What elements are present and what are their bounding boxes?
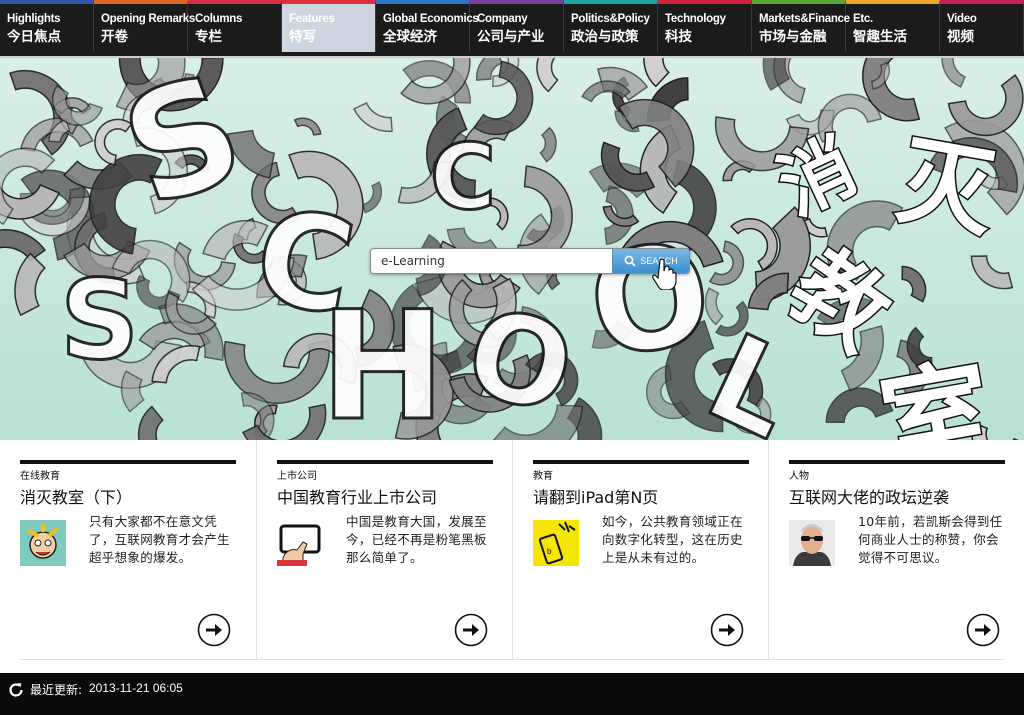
artwork-letter: H bbox=[320, 280, 446, 440]
artwork-letter: C bbox=[430, 125, 496, 230]
svg-text:b: b bbox=[547, 547, 552, 556]
nav-tab-columns[interactable]: Columns 专栏 bbox=[188, 0, 282, 52]
nav-tab-features[interactable]: Features 特写 bbox=[282, 0, 376, 52]
nav-tab-label-zh: 视频 bbox=[947, 29, 974, 45]
article-excerpt: 10年前，若凯斯会得到任何商业人士的称赞，你会觉得不可思议。 bbox=[858, 514, 1003, 565]
hand-tablet-thumbnail[interactable] bbox=[277, 520, 323, 566]
nav-tab-markets-finance[interactable]: Markets&Finance 市场与金融 bbox=[752, 0, 850, 52]
article-excerpt: 如今，公共教育领域正在向数字化转型，这在历史上是从未有过的。 bbox=[602, 514, 743, 565]
article-category: 在线教育 bbox=[20, 471, 60, 482]
nav-tab-label-en: Company bbox=[477, 13, 528, 25]
article-category: 教育 bbox=[533, 471, 553, 482]
hero-banner: SCHOOLSC SEARCH 消灭教室 bbox=[0, 58, 1024, 440]
search-input[interactable] bbox=[371, 249, 607, 273]
arrow-right-icon[interactable] bbox=[454, 613, 488, 647]
nav-tab-opening-remarks[interactable]: Opening Remarks 开卷 bbox=[94, 0, 195, 52]
nav-tab-highlights[interactable]: Highlights 今日焦点 bbox=[0, 0, 94, 52]
refresh-icon[interactable] bbox=[7, 681, 25, 699]
nav-tab-technology[interactable]: Technology 科技 bbox=[658, 0, 752, 52]
last-update-label: 最近更新: bbox=[30, 683, 83, 697]
cartoon-face-thumbnail[interactable] bbox=[20, 520, 66, 566]
nav-tab-label-zh: 开卷 bbox=[101, 29, 128, 45]
footer-bar: 最近更新: 2013-11-21 06:05 bbox=[0, 673, 1024, 715]
hand-cursor-icon bbox=[652, 258, 677, 290]
nav-tab-label-en: Etc. bbox=[853, 13, 873, 25]
nav-tab-label-zh: 智趣生活 bbox=[853, 29, 907, 45]
man-sunglasses-thumbnail[interactable] bbox=[789, 520, 835, 566]
article-category: 人物 bbox=[789, 471, 809, 482]
last-update-time: 2013-11-21 06:05 bbox=[89, 681, 183, 695]
nav-tab-label-zh: 特写 bbox=[289, 29, 316, 45]
nav-tab-label-en: Markets&Finance bbox=[759, 13, 850, 25]
article-category: 上市公司 bbox=[277, 471, 317, 482]
article-card[interactable]: 上市公司中国教育行业上市公司中国是教育大国，发展至今，已经不再是粉笔黑板那么简单… bbox=[256, 440, 512, 660]
card-top-rule bbox=[789, 460, 1005, 464]
phone-yellow-thumbnail[interactable]: b bbox=[533, 520, 579, 566]
arrow-right-icon[interactable] bbox=[710, 613, 744, 647]
search-bar: SEARCH bbox=[370, 248, 690, 274]
nav-tab-label-zh: 全球经济 bbox=[383, 29, 437, 45]
article-title[interactable]: 消灭教室（下） bbox=[20, 484, 132, 508]
nav-tab-video[interactable]: Video 视频 bbox=[940, 0, 1024, 52]
article-excerpt: 只有大家都不在意文凭了，互联网教育才会产生超乎想象的爆发。 bbox=[89, 514, 230, 565]
divider bbox=[20, 659, 1004, 660]
magnifier-icon bbox=[624, 255, 636, 267]
article-title[interactable]: 互联网大佬的政坛逆袭 bbox=[789, 484, 949, 508]
arrow-right-icon[interactable] bbox=[966, 613, 1000, 647]
nav-tab-label-en: Technology bbox=[665, 13, 726, 25]
article-title[interactable]: 中国教育行业上市公司 bbox=[277, 484, 437, 508]
nav-tab-etc[interactable]: Etc. 智趣生活 bbox=[846, 0, 940, 52]
artwork-letter: S bbox=[60, 256, 139, 384]
nav-tab-label-zh: 专栏 bbox=[195, 29, 222, 45]
nav-tab-label-en: Highlights bbox=[7, 13, 61, 25]
nav-tab-label-zh: 政治与政策 bbox=[571, 29, 639, 45]
card-top-rule bbox=[533, 460, 749, 464]
nav-tab-label-en: Columns bbox=[195, 13, 243, 25]
nav-tab-company[interactable]: Company 公司与产业 bbox=[470, 0, 564, 52]
nav-tab-label-en: Opening Remarks bbox=[101, 13, 195, 25]
article-excerpt: 中国是教育大国，发展至今，已经不再是粉笔黑板那么简单了。 bbox=[346, 514, 487, 565]
card-top-rule bbox=[20, 460, 236, 464]
nav-tab-label-en: Video bbox=[947, 13, 977, 25]
article-card[interactable]: 在线教育消灭教室（下） 只有大家都不在意文凭了，互联网教育才会产生超乎想象的爆发。 bbox=[0, 440, 256, 660]
nav-tab-label-en: Features bbox=[289, 13, 335, 25]
article-card[interactable]: 教育请翻到iPad第N页 b 如今，公共教育领域正在向数字化转型，这在历史上是从未有… bbox=[512, 440, 768, 660]
top-navigation: Highlights 今日焦点 Opening Remarks 开卷 Columns 专栏… bbox=[0, 0, 1024, 58]
nav-tab-politics-policy[interactable]: Politics&Policy 政治与政策 bbox=[564, 0, 658, 52]
article-title[interactable]: 请翻到iPad第N页 bbox=[533, 484, 658, 508]
nav-tab-label-zh: 今日焦点 bbox=[7, 29, 61, 45]
card-top-rule bbox=[277, 460, 493, 464]
article-list: 在线教育消灭教室（下） 只有大家都不在意文凭了，互联网教育才会产生超乎想象的爆发。… bbox=[0, 440, 1024, 673]
arrow-right-icon[interactable] bbox=[197, 613, 231, 647]
nav-tab-label-en: Global Economics bbox=[383, 13, 479, 25]
nav-tab-label-en: Politics&Policy bbox=[571, 13, 650, 25]
nav-tab-label-zh: 市场与金融 bbox=[759, 29, 827, 45]
article-card[interactable]: 人物互联网大佬的政坛逆袭 10年前，若凯斯会得到任何商业人士的称赞，你会觉得不可思… bbox=[768, 440, 1024, 660]
nav-tab-global-economics[interactable]: Global Economics 全球经济 bbox=[376, 0, 479, 52]
nav-tab-label-zh: 科技 bbox=[665, 29, 692, 45]
nav-tab-label-zh: 公司与产业 bbox=[477, 29, 545, 45]
